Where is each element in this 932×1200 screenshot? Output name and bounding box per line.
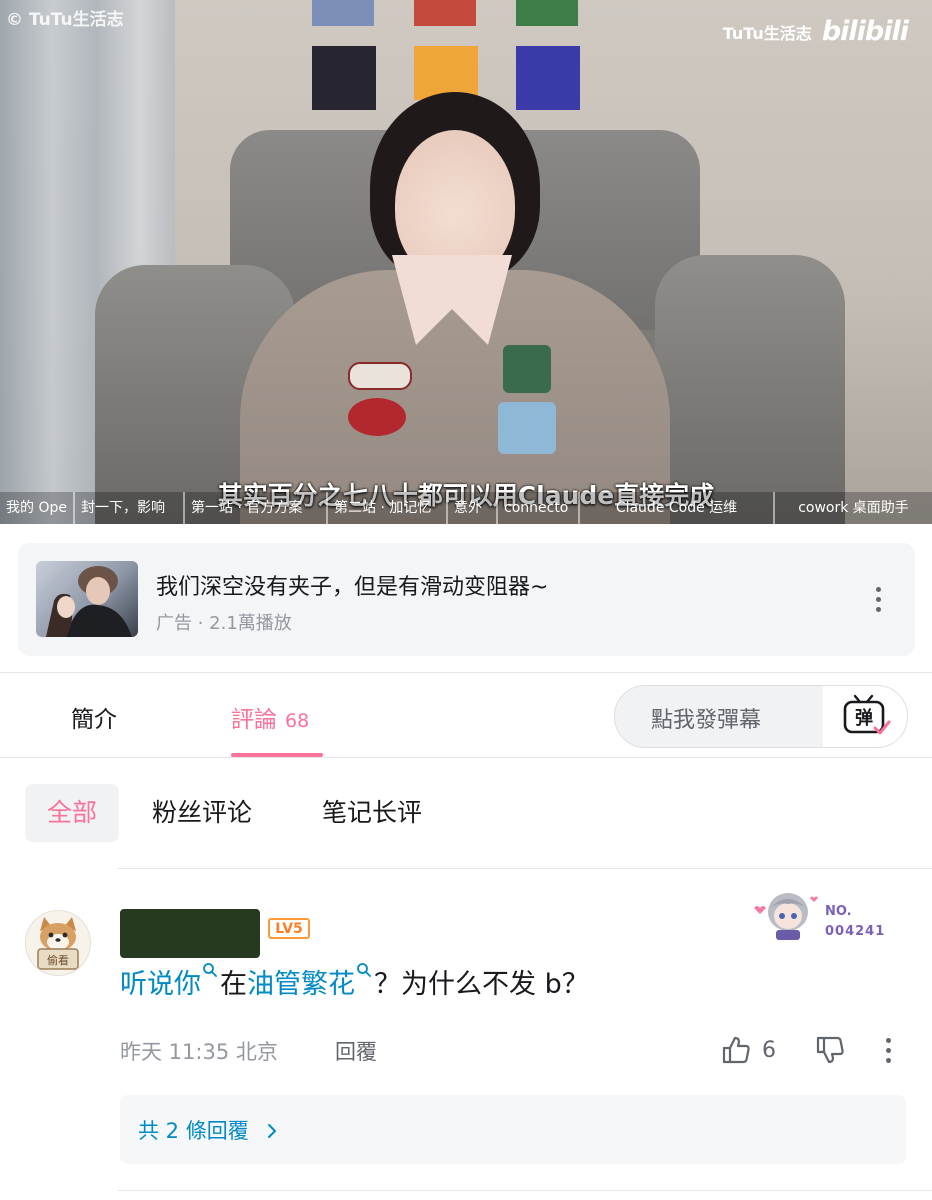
replies-label-text: 共 2 條回覆	[138, 1119, 249, 1143]
ad-title[interactable]: 我们深空没有夹子，但是有滑动变阻器~	[156, 569, 548, 601]
tab-comments-label: 評論	[231, 707, 277, 733]
comment-text: 听说你 在油管繁花 ？为什么不发 b？	[120, 962, 589, 1001]
level-badge: LV5	[268, 918, 310, 939]
chapter-item[interactable]: connecto	[498, 492, 580, 524]
video-watermark-left: © TuTu生活志	[6, 10, 124, 30]
video-frame-patch	[498, 402, 556, 454]
chapter-item[interactable]: 第二站 · 加记忆	[328, 492, 448, 524]
ad-card[interactable]: 我们深空没有夹子，但是有滑动变阻器~ 广告 · 2.1萬播放	[18, 543, 915, 656]
chevron-right-icon	[268, 1124, 277, 1138]
bilibili-logo-icon: bilibili	[821, 16, 909, 47]
fan-badge[interactable]: NO. 004241	[748, 882, 898, 942]
danmaku-input[interactable]: 點我發彈幕 弹	[614, 685, 908, 748]
avatar[interactable]: 偷看	[25, 910, 91, 976]
chapter-item[interactable]: 我的 Ope	[0, 492, 75, 524]
video-frame-wall-art	[516, 46, 580, 110]
thumbs-up-icon	[722, 1036, 750, 1064]
divider	[0, 757, 932, 758]
dislike-button[interactable]	[814, 1034, 846, 1070]
subtab-fan-comments[interactable]: 粉丝评论	[152, 784, 252, 842]
video-chapter-bar[interactable]: 我的 Ope 封一下，影响 第一站 · 官方方案 第二站 · 加记忆 意外 co…	[0, 492, 932, 524]
danmaku-tv-icon: 弹	[843, 694, 891, 735]
thumbs-down-icon	[816, 1036, 844, 1064]
avatar-sign-text: 偷看	[47, 953, 69, 967]
subtab-long-reviews[interactable]: 笔记长评	[322, 784, 422, 842]
video-frame-patch	[348, 398, 406, 436]
tab-comments-count: 68	[285, 710, 310, 732]
keyword-link[interactable]: 油管繁花	[247, 969, 355, 1000]
tab-comments[interactable]: 評論 68	[231, 700, 309, 734]
replies-count-label: 共 2 條回覆	[138, 1115, 279, 1145]
subtab-all[interactable]: 全部	[25, 784, 119, 842]
video-watermark-right: TuTu生活志 bilibili	[722, 16, 909, 47]
video-player[interactable]: © TuTu生活志 TuTu生活志 bilibili 其实百分之七八十都可以用C…	[0, 0, 932, 524]
chapter-item[interactable]: Claude Code 运维	[580, 492, 775, 524]
chapter-item[interactable]: cowork 桌面助手	[775, 492, 932, 524]
more-vertical-icon[interactable]	[876, 587, 882, 617]
danmaku-toggle-button[interactable]: 弹	[823, 686, 907, 747]
comment-text-segment: 在	[220, 969, 247, 1000]
fan-badge-number: 004241	[825, 924, 886, 939]
comment-text-segment: ？为什么不发 b？	[374, 969, 589, 1000]
search-icon[interactable]	[202, 962, 218, 978]
reply-button[interactable]: 回覆	[335, 1036, 377, 1066]
like-count: 6	[762, 1037, 776, 1063]
video-frame-patch	[348, 362, 412, 390]
divider	[118, 868, 932, 869]
danmaku-placeholder: 點我發彈幕	[651, 708, 762, 733]
video-frame-wall-art	[414, 0, 476, 26]
video-frame-wall-art	[312, 46, 376, 110]
replies-expand[interactable]: 共 2 條回覆	[120, 1095, 906, 1164]
like-button[interactable]: 6	[720, 1034, 776, 1066]
comment-more-icon[interactable]	[886, 1038, 892, 1068]
ad-thumbnail	[36, 561, 138, 637]
comment-timestamp: 昨天 11:35 北京	[120, 1040, 278, 1064]
search-icon[interactable]	[356, 962, 372, 978]
watermark-channel: TuTu生活志	[722, 23, 812, 43]
chapter-item[interactable]: 意外	[448, 492, 498, 524]
username-redacted[interactable]	[120, 909, 260, 958]
video-frame-wall-art	[312, 0, 374, 26]
ad-meta: 广告 · 2.1萬播放	[156, 613, 292, 634]
keyword-link[interactable]: 听说你	[120, 969, 201, 1000]
video-frame-patch	[503, 345, 551, 393]
video-frame-wall-art	[516, 0, 578, 26]
chapter-item[interactable]: 第一站 · 官方方案	[185, 492, 328, 524]
divider	[0, 672, 932, 673]
fan-badge-character-icon	[754, 893, 818, 940]
divider	[118, 1190, 932, 1191]
chapter-item[interactable]: 封一下，影响	[75, 492, 185, 524]
danmaku-icon-glyph: 弹	[855, 707, 873, 729]
tab-intro[interactable]: 簡介	[71, 700, 117, 734]
fan-badge-no: NO.	[825, 904, 852, 919]
